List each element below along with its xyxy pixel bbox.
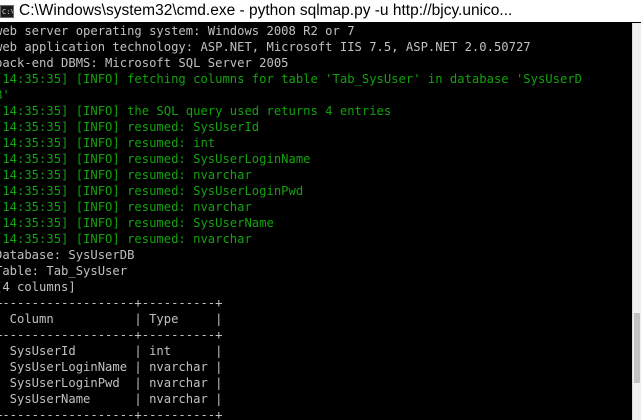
console-line: | Column | Type | bbox=[0, 312, 223, 326]
title-bar[interactable]: C:\ C:\Windows\system32\cmd.exe - python… bbox=[0, 0, 641, 22]
console-line: +------------------+----------+ bbox=[0, 296, 223, 310]
console-line: +------------------+----------+ bbox=[0, 328, 223, 342]
window-title: C:\Windows\system32\cmd.exe - python sql… bbox=[19, 2, 513, 19]
console-line: | SysUserLoginPwd | nvarchar | bbox=[0, 376, 223, 390]
scrollbar-thumb[interactable] bbox=[634, 313, 640, 383]
console-info-line: [14:35:35] [INFO] the SQL query used ret… bbox=[0, 104, 392, 118]
cmd-window: C:\ C:\Windows\system32\cmd.exe - python… bbox=[0, 0, 641, 420]
console-info-line: [14:35:35] [INFO] fetching columns for t… bbox=[0, 72, 582, 86]
console-info-line: [14:35:35] [INFO] resumed: SysUserLoginN… bbox=[0, 152, 311, 166]
console-output[interactable]: web server operating system: Windows 200… bbox=[0, 23, 632, 420]
console-info-line: [14:35:35] [INFO] resumed: nvarchar bbox=[0, 200, 252, 214]
console-info-line: B' bbox=[0, 88, 10, 102]
console-info-line: [14:35:35] [INFO] resumed: SysUserName bbox=[0, 216, 274, 230]
console-line: [4 columns] bbox=[0, 280, 76, 294]
console-line: back-end DBMS: Microsoft SQL Server 2005 bbox=[0, 56, 289, 70]
console-line: web server operating system: Windows 200… bbox=[0, 24, 355, 38]
console-line: Table: Tab_SysUser bbox=[0, 264, 128, 278]
console-info-line: [14:35:35] [INFO] resumed: SysUserLoginP… bbox=[0, 184, 304, 198]
console-line: Database: SysUserDB bbox=[0, 248, 135, 262]
console-info-line: [14:35:35] [INFO] resumed: SysUserId bbox=[0, 120, 260, 134]
console-line: web application technology: ASP.NET, Mic… bbox=[0, 40, 531, 54]
cmd-icon[interactable]: C:\ bbox=[0, 4, 14, 18]
title-bar-controls-area bbox=[563, 0, 641, 22]
console-line: | SysUserName | nvarchar | bbox=[0, 392, 223, 406]
console-info-line: [14:35:35] [INFO] resumed: int bbox=[0, 136, 216, 150]
console-info-line: [14:35:35] [INFO] resumed: nvarchar bbox=[0, 168, 252, 182]
console-line: | SysUserLoginName | nvarchar | bbox=[0, 360, 223, 374]
console-line: +------------------+----------+ bbox=[0, 408, 223, 420]
vertical-scrollbar[interactable] bbox=[632, 23, 641, 420]
console-line: | SysUserId | int | bbox=[0, 344, 223, 358]
console-info-line: [14:35:35] [INFO] resumed: nvarchar bbox=[0, 232, 252, 246]
